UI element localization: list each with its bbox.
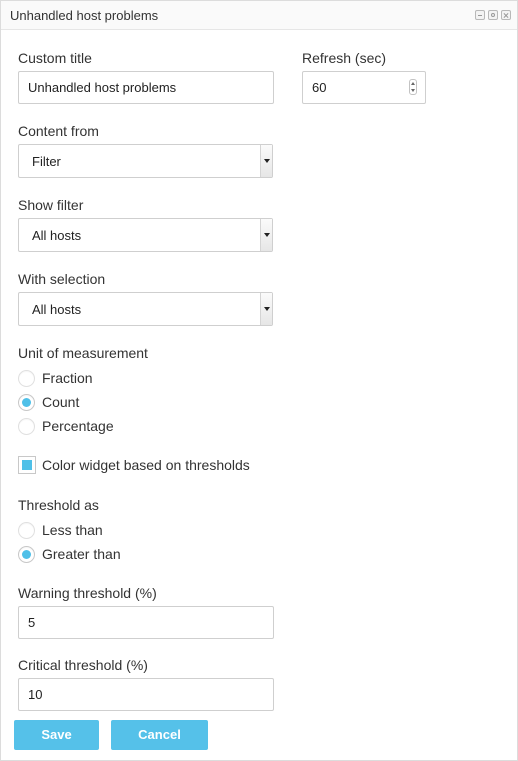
chevron-down-icon[interactable] (260, 145, 272, 177)
widget-header: Unhandled host problems (1, 1, 517, 30)
radio-label: Less than (42, 522, 103, 538)
warning-threshold-input[interactable]: 5 (18, 606, 274, 639)
chevron-down-icon[interactable] (260, 293, 272, 325)
critical-threshold-input[interactable]: 10 (18, 678, 274, 711)
radio-button-checked[interactable] (18, 393, 35, 411)
close-icon[interactable] (501, 10, 511, 20)
color-widget-checkbox[interactable] (18, 456, 36, 474)
warning-threshold-label: Warning threshold (%) (18, 585, 157, 601)
save-button[interactable]: Save (14, 720, 99, 750)
unit-option-count[interactable]: Count (18, 392, 79, 412)
with-selection-select[interactable]: All hosts (18, 292, 273, 326)
with-selection-label: With selection (18, 271, 106, 287)
refresh-value: 60 (312, 80, 327, 95)
radio-label: Count (42, 394, 80, 410)
content-from-select[interactable]: Filter (18, 144, 273, 178)
radio-button[interactable] (18, 369, 35, 387)
color-widget-option[interactable]: Color widget based on thresholds (18, 456, 250, 474)
critical-threshold-label: Critical threshold (%) (18, 657, 148, 673)
widget-title: Unhandled host problems (10, 8, 159, 23)
threshold-as-label: Threshold as (18, 497, 99, 513)
unit-label: Unit of measurement (18, 345, 148, 361)
custom-title-input[interactable]: Unhandled host problems (18, 71, 274, 104)
radio-button-checked[interactable] (18, 545, 35, 563)
refresh-input[interactable]: 60 (302, 71, 426, 104)
unit-option-fraction[interactable]: Fraction (18, 368, 93, 388)
with-selection-value: All hosts (32, 302, 82, 317)
radio-label: Fraction (42, 370, 93, 386)
refresh-label: Refresh (sec) (302, 50, 387, 66)
radio-button[interactable] (18, 521, 35, 539)
show-filter-label: Show filter (18, 197, 84, 213)
widget-settings-panel: Unhandled host problems Custom title Unh… (0, 0, 518, 761)
show-filter-select[interactable]: All hosts (18, 218, 273, 252)
minimize-icon[interactable] (475, 10, 485, 20)
spinner-icon[interactable] (409, 79, 417, 95)
content-from-label: Content from (18, 123, 99, 139)
threshold-option-less[interactable]: Less than (18, 520, 103, 540)
custom-title-label: Custom title (18, 50, 92, 66)
color-widget-label: Color widget based on thresholds (42, 457, 250, 473)
radio-label: Percentage (42, 418, 114, 434)
window-controls (475, 10, 511, 20)
unit-option-percentage[interactable]: Percentage (18, 416, 114, 436)
show-filter-value: All hosts (32, 228, 82, 243)
settings-icon[interactable] (488, 10, 498, 20)
radio-button[interactable] (18, 417, 35, 435)
threshold-option-greater[interactable]: Greater than (18, 544, 121, 564)
radio-label: Greater than (42, 546, 121, 562)
cancel-button[interactable]: Cancel (111, 720, 208, 750)
chevron-down-icon[interactable] (260, 219, 272, 251)
content-from-value: Filter (32, 154, 61, 169)
